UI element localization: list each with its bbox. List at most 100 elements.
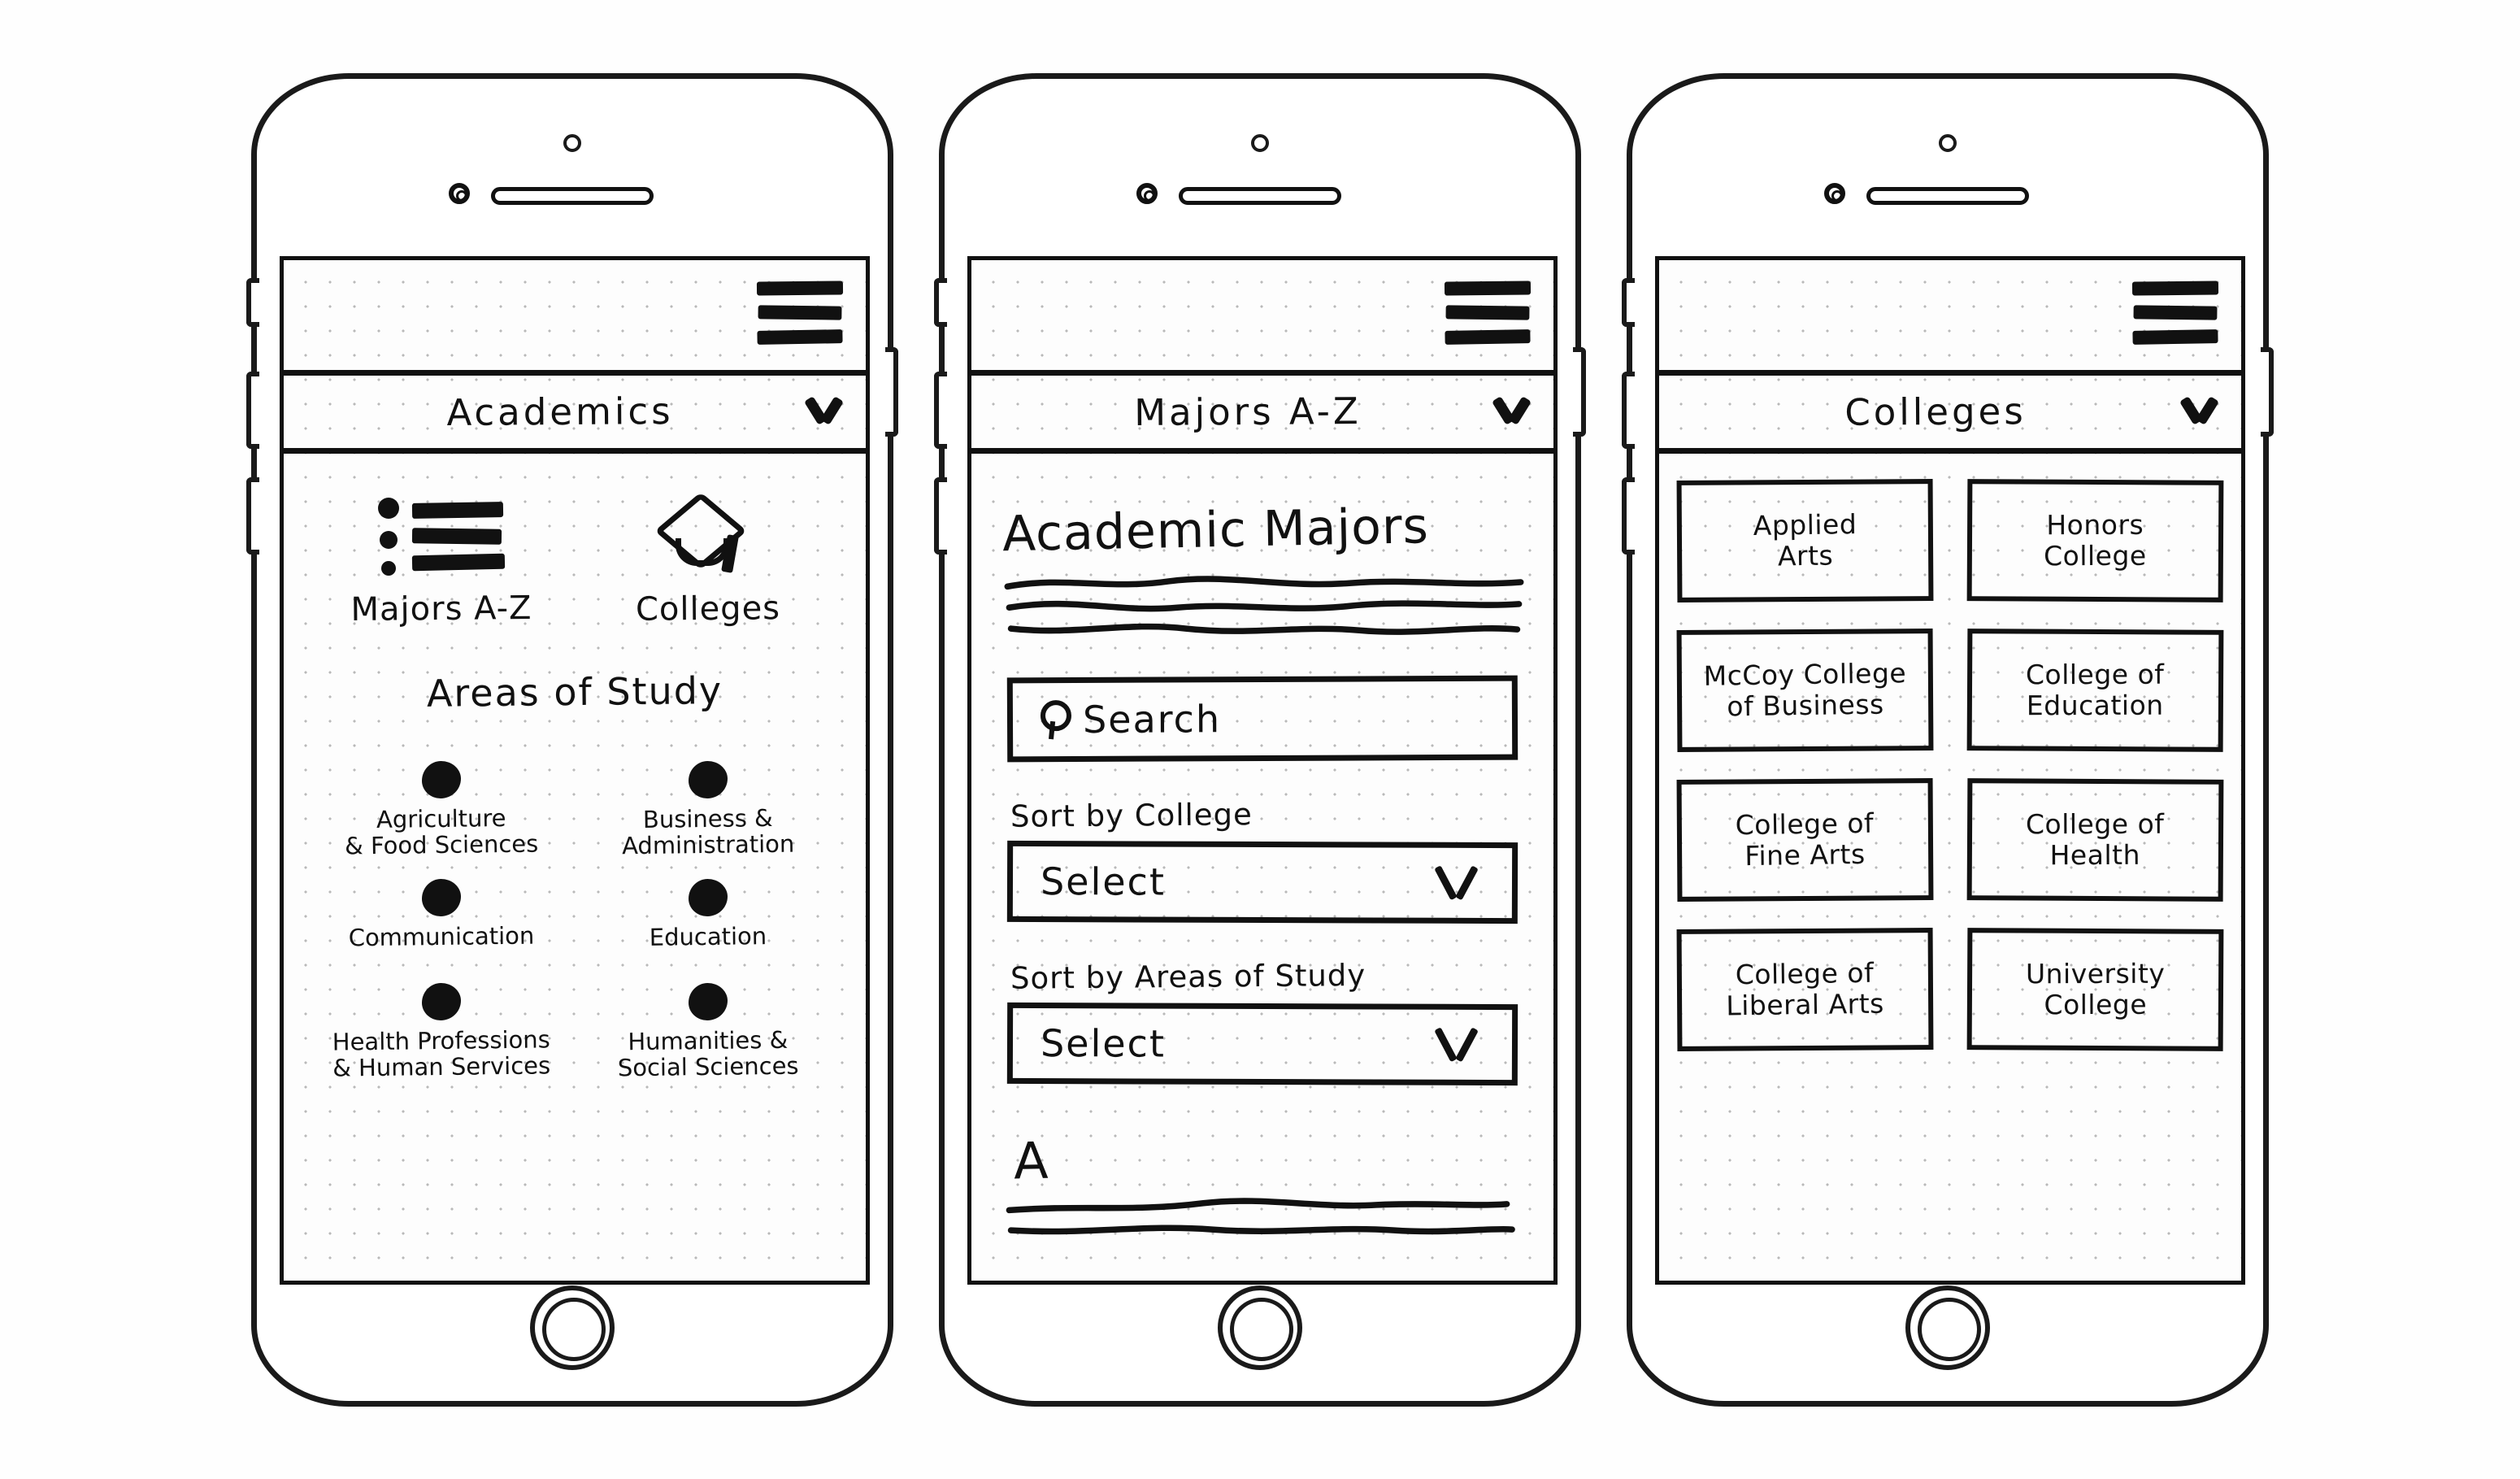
college-tile-label: College of Health — [2026, 807, 2165, 871]
sort-by-areas-select[interactable]: Select — [1006, 1002, 1519, 1085]
area-label: Health Professions & Human Services — [332, 1025, 551, 1082]
college-tile[interactable]: Applied Arts — [1676, 478, 1934, 602]
sort-by-areas-label: Sort by Areas of Study — [1010, 957, 1366, 996]
college-tile[interactable]: College of Health — [1966, 777, 2224, 902]
search-input[interactable]: Search — [1006, 675, 1519, 762]
phone-frame-colleges: Colleges Applied Arts Honors College McCoy… — [1622, 72, 2274, 1407]
college-tile-label: Honors College — [2044, 508, 2147, 572]
quick-link-label: Colleges — [635, 589, 781, 629]
earpiece-speaker-icon — [1866, 186, 2029, 205]
body-text-placeholder — [1004, 571, 1524, 639]
phone-frame-academics: Academics Majors A-Z Colleges Areas of S… — [246, 72, 898, 1407]
quick-link-majors[interactable]: Majors A-Z — [308, 488, 575, 628]
select-value: Select — [1040, 1020, 1167, 1066]
status-bar — [971, 260, 1553, 376]
squiggle-line-icon — [1006, 1197, 1510, 1213]
college-tile[interactable]: McCoy College of Business — [1676, 628, 1934, 752]
college-tile-label: College of Fine Arts — [1735, 807, 1875, 872]
screen-academics: Academics Majors A-Z Colleges Areas of S… — [280, 255, 870, 1285]
areas-of-study-grid: Agriculture & Food Sciences Business & Adm… — [308, 729, 841, 1082]
college-tile[interactable]: College of Liberal Arts — [1676, 927, 1934, 1051]
college-tile-label: Applied Arts — [1753, 507, 1857, 572]
page-title: Majors A-Z — [1134, 389, 1362, 434]
area-label: Agriculture & Food Sciences — [344, 803, 539, 859]
circle-icon — [689, 879, 728, 917]
area-of-study-item[interactable]: Humanities & Social Sciences — [575, 983, 841, 1081]
volume-up-button[interactable] — [1622, 371, 1635, 449]
silent-switch[interactable] — [1622, 277, 1635, 327]
college-tile[interactable]: College of Education — [1966, 628, 2224, 752]
page-title: Academics — [446, 389, 674, 434]
wireframe-canvas: Academics Majors A-Z Colleges Areas of S… — [0, 0, 2520, 1479]
squiggle-line-icon — [1007, 1224, 1515, 1234]
search-placeholder: Search — [1082, 696, 1222, 742]
status-bar — [1659, 260, 2241, 376]
page-title-bar[interactable]: Academics — [284, 376, 866, 454]
home-button[interactable] — [1905, 1285, 1990, 1370]
sort-by-college-label: Sort by College — [1010, 796, 1253, 834]
screen-body: Academic Majors Search Sort by College S… — [971, 454, 1553, 1240]
hamburger-menu-icon[interactable] — [2131, 280, 2219, 345]
college-tile-label: University College — [2025, 957, 2166, 1020]
area-of-study-item[interactable]: Business & Administration — [575, 760, 841, 859]
area-label: Communication — [348, 921, 535, 952]
home-button[interactable] — [530, 1285, 615, 1370]
volume-down-button[interactable] — [246, 476, 259, 555]
front-camera-icon — [1251, 133, 1269, 152]
chevron-down-icon — [1434, 1026, 1484, 1062]
earpiece-speaker-icon — [1179, 186, 1341, 205]
circle-icon — [689, 760, 728, 798]
college-tile-label: College of Liberal Arts — [1726, 956, 1885, 1021]
power-button[interactable] — [1573, 346, 1586, 437]
screen-body: Majors A-Z Colleges Areas of Study Agric… — [284, 454, 866, 1082]
list-icon — [308, 488, 575, 585]
area-label: Humanities & Social Sciences — [617, 1025, 799, 1082]
hamburger-menu-icon[interactable] — [1444, 280, 1532, 345]
phone-frame-majors: Majors A-Z Academic Majors Search Sort b… — [934, 72, 1586, 1407]
college-tile[interactable]: University College — [1966, 927, 2224, 1051]
power-button[interactable] — [2261, 346, 2274, 437]
proximity-sensor-icon — [1824, 182, 1845, 204]
screen-majors: Majors A-Z Academic Majors Search Sort b… — [967, 255, 1558, 1285]
screen-colleges: Colleges Applied Arts Honors College McCoy… — [1655, 255, 2245, 1285]
home-button[interactable] — [1218, 1285, 1302, 1370]
volume-down-button[interactable] — [934, 476, 947, 555]
select-value: Select — [1040, 859, 1167, 904]
chevron-down-icon[interactable] — [2179, 395, 2220, 428]
volume-up-button[interactable] — [934, 371, 947, 449]
page-title-bar[interactable]: Colleges — [1659, 376, 2241, 454]
chevron-down-icon[interactable] — [804, 395, 845, 428]
area-of-study-item[interactable]: Agriculture & Food Sciences — [308, 760, 575, 859]
quick-link-label: Majors A-Z — [350, 589, 532, 629]
silent-switch[interactable] — [934, 277, 947, 327]
area-label: Education — [649, 922, 767, 952]
silent-switch[interactable] — [246, 277, 259, 327]
circle-icon — [422, 760, 461, 798]
circle-icon — [422, 983, 461, 1021]
power-button[interactable] — [885, 346, 898, 437]
letter-index-heading: A — [1013, 1130, 1049, 1191]
area-label: Business & Administration — [621, 803, 795, 859]
squiggle-line-icon — [1006, 599, 1523, 611]
area-of-study-item[interactable]: Health Professions & Human Services — [308, 983, 575, 1082]
area-of-study-item[interactable]: Education — [575, 879, 841, 952]
college-tile[interactable]: College of Fine Arts — [1676, 777, 1934, 902]
page-title-bar[interactable]: Majors A-Z — [971, 376, 1553, 454]
area-of-study-item[interactable]: Communication — [308, 879, 575, 952]
circle-icon — [689, 983, 728, 1021]
front-camera-icon — [1939, 133, 1957, 152]
section-title: Areas of Study — [426, 668, 723, 716]
earpiece-speaker-icon — [491, 186, 654, 205]
front-camera-icon — [563, 133, 581, 152]
volume-down-button[interactable] — [1622, 476, 1635, 555]
volume-up-button[interactable] — [246, 371, 259, 449]
chevron-down-icon[interactable] — [1492, 395, 1532, 428]
college-tile-label: College of Education — [2026, 658, 2165, 721]
status-bar — [284, 260, 866, 376]
hamburger-menu-icon[interactable] — [756, 280, 844, 345]
college-tile-label: McCoy College of Business — [1703, 656, 1907, 722]
quick-link-colleges[interactable]: Colleges — [575, 488, 841, 628]
search-icon — [1039, 700, 1067, 739]
sort-by-college-select[interactable]: Select — [1006, 840, 1519, 924]
college-tile[interactable]: Honors College — [1966, 478, 2224, 602]
